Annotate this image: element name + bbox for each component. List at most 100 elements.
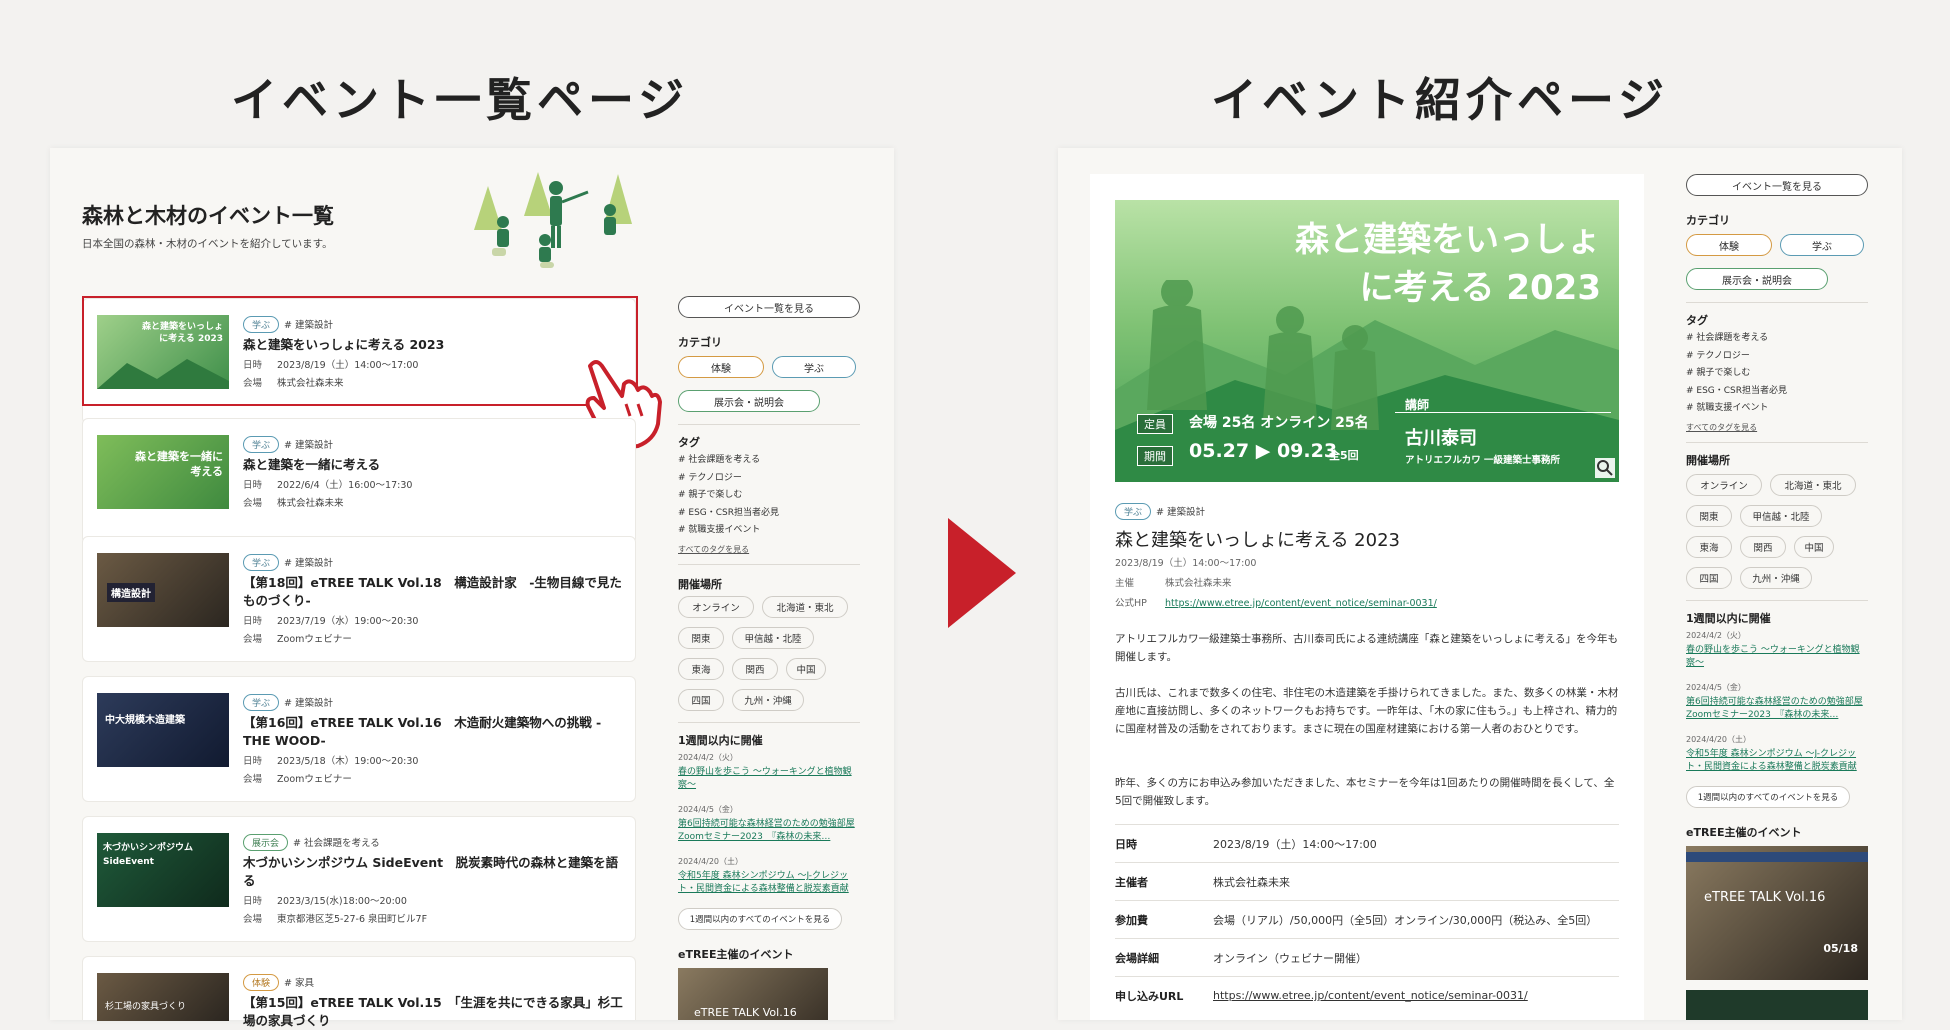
- place-pill[interactable]: 中国: [786, 658, 826, 680]
- hashtag[interactable]: # 家具: [284, 978, 314, 989]
- etree-event-thumbnail[interactable]: eTREE TALK Vol.16 05/18: [1686, 846, 1868, 980]
- week-event-date: 2024/4/5（金）: [678, 805, 738, 814]
- event-title[interactable]: 木づかいシンポジウム SideEvent 脱炭素時代の森林と建築を語る: [243, 854, 623, 890]
- period-note: 全5回: [1329, 449, 1359, 462]
- week-all-button[interactable]: 1週間以内のすべてのイベントを見る: [678, 908, 842, 930]
- week-heading: 1週間以内に開催: [1686, 612, 1771, 625]
- event-title[interactable]: 【第15回】eTREE TALK Vol.15 「生涯を共にできる家具」杉工場の…: [243, 994, 623, 1030]
- category-pill[interactable]: 体験: [678, 356, 764, 378]
- apply-url-link[interactable]: https://www.etree.jp/content/event_notic…: [1213, 989, 1528, 1002]
- week-event-link[interactable]: 令和5年度 森林シンポジウム 〜J-クレジット・民間資金による森林整備と脱炭素貢…: [1686, 748, 1868, 774]
- place-pill[interactable]: 関東: [1686, 505, 1732, 527]
- place-pill[interactable]: 関東: [678, 627, 724, 649]
- category-tag[interactable]: 体験: [243, 974, 280, 991]
- tag-link[interactable]: # テクノロジー: [1686, 348, 1787, 366]
- tag-link[interactable]: # 親子で楽しむ: [1686, 365, 1787, 383]
- event-date: 2023/5/18（木）19:00〜20:30: [277, 756, 419, 767]
- tag-link[interactable]: # 親子で楽しむ: [678, 487, 779, 505]
- week-event-link[interactable]: 春の野山を歩こう 〜ウォーキングと植物観察〜: [678, 766, 860, 792]
- category-tag[interactable]: 展示会: [243, 834, 289, 851]
- tag-link[interactable]: # 就職支援イベント: [1686, 400, 1787, 418]
- all-tags-link[interactable]: すべてのタグを見る: [678, 544, 749, 555]
- lecturer-name: 古川泰司: [1405, 428, 1477, 449]
- category-tag[interactable]: 学ぶ: [243, 694, 280, 711]
- event-venue: Zoomウェビナー: [277, 774, 352, 785]
- event-list-button[interactable]: イベント一覧を見る: [1686, 174, 1868, 196]
- capacity-value: 会場 25名 オンライン 25名: [1189, 415, 1369, 431]
- place-pill[interactable]: 東海: [678, 658, 724, 680]
- week-all-button[interactable]: 1週間以内のすべてのイベントを見る: [1686, 786, 1850, 808]
- place-pill[interactable]: 東海: [1686, 536, 1732, 558]
- event-card[interactable]: 木づかいシンポジウム SideEvent 展示会 # 社会課題を考える 木づかいシ…: [82, 816, 636, 942]
- tag-link[interactable]: # ESG・CSR担当者必見: [678, 505, 779, 523]
- highlight-box: [82, 296, 638, 406]
- category-pill[interactable]: 体験: [1686, 234, 1772, 256]
- divider: [1686, 302, 1868, 303]
- place-heading: 開催場所: [678, 578, 722, 591]
- category-heading: カテゴリ: [678, 336, 722, 349]
- week-event-date: 2024/4/2（火）: [678, 753, 738, 762]
- category-tag[interactable]: 学ぶ: [243, 436, 280, 453]
- place-pill[interactable]: オンライン: [1686, 474, 1762, 496]
- event-card[interactable]: 森と建築を一緒に 考える 学ぶ # 建築設計 森と建築を一緒に考える 日時 2022…: [82, 418, 636, 544]
- event-thumbnail: 森と建築を一緒に 考える: [97, 435, 229, 509]
- place-pill[interactable]: 甲信越・北陸: [1740, 505, 1822, 527]
- people-forest-illustration: [470, 170, 650, 270]
- week-event-link[interactable]: 春の野山を歩こう 〜ウォーキングと植物観察〜: [1686, 644, 1868, 670]
- period-value: 05.27 ▶ 09.23: [1189, 440, 1338, 462]
- week-event-link[interactable]: 第6回持続可能な森林経営のための勉強部屋Zoomセミナー2023 『森林の未来…: [678, 818, 860, 844]
- list-page-subtitle: 日本全国の森林・木材のイベントを紹介しています。: [82, 238, 333, 250]
- event-card[interactable]: 中大規模木造建築 学ぶ # 建築設計 【第16回】eTREE TALK Vol.1…: [82, 676, 636, 802]
- event-list-button[interactable]: イベント一覧を見る: [678, 296, 860, 318]
- category-pill[interactable]: 展示会・説明会: [1686, 268, 1828, 290]
- hashtag[interactable]: # 社会課題を考える: [293, 838, 380, 849]
- event-venue: Zoomウェビナー: [277, 634, 352, 645]
- tag-heading: タグ: [678, 436, 700, 449]
- category-pill[interactable]: 学ぶ: [1780, 234, 1864, 256]
- hashtag[interactable]: # 建築設計: [284, 698, 333, 709]
- hashtag[interactable]: # 建築設計: [284, 558, 333, 569]
- place-pill[interactable]: オンライン: [678, 596, 754, 618]
- detail-title: 森と建築をいっしょに考える 2023: [1115, 530, 1400, 551]
- detail-paragraph: 古川氏は、これまで数多くの住宅、非住宅の木造建築を手掛けられてきました。また、数…: [1115, 687, 1619, 735]
- event-title[interactable]: 【第18回】eTREE TALK Vol.18 構造設計家 -生物目線で見たもの…: [243, 574, 623, 610]
- all-tags-link[interactable]: すべてのタグを見る: [1686, 422, 1757, 433]
- week-event-date: 2024/4/5（金）: [1686, 683, 1746, 692]
- place-pill[interactable]: 北海道・東北: [1770, 474, 1856, 496]
- zoom-icon[interactable]: [1595, 458, 1615, 478]
- tag-link[interactable]: # 社会課題を考える: [678, 452, 779, 470]
- place-pill[interactable]: 甲信越・北陸: [732, 627, 814, 649]
- week-event-link[interactable]: 第6回持続可能な森林経営のための勉強部屋Zoomセミナー2023 『森林の未来…: [1686, 696, 1868, 722]
- place-pill[interactable]: 関西: [732, 658, 778, 680]
- place-pill[interactable]: 中国: [1794, 536, 1834, 558]
- etree-event-thumbnail[interactable]: eTREE TALK Vol.16: [678, 968, 828, 1020]
- hashtag[interactable]: # 建築設計: [1156, 507, 1205, 518]
- place-pill[interactable]: 九州・沖縄: [732, 689, 804, 711]
- hashtag[interactable]: # 建築設計: [284, 440, 333, 451]
- category-pill[interactable]: 学ぶ: [772, 356, 856, 378]
- divider: [678, 424, 860, 425]
- event-card[interactable]: 杉工場の家具づくり 体験 # 家具 【第15回】eTREE TALK Vol.15…: [82, 956, 636, 1028]
- category-pill[interactable]: 展示会・説明会: [678, 390, 820, 412]
- place-pill[interactable]: 関西: [1740, 536, 1786, 558]
- tag-link[interactable]: # 社会課題を考える: [1686, 330, 1787, 348]
- category-tag[interactable]: 学ぶ: [1115, 503, 1152, 520]
- category-tag[interactable]: 学ぶ: [243, 554, 280, 571]
- info-row: 申し込みURL https://www.etree.jp/content/even…: [1115, 976, 1619, 1014]
- tag-link[interactable]: # テクノロジー: [678, 470, 779, 488]
- week-event-link[interactable]: 令和5年度 森林シンポジウム 〜J-クレジット・民間資金による森林整備と脱炭素貢…: [678, 870, 860, 896]
- tag-link[interactable]: # 就職支援イベント: [678, 522, 779, 540]
- event-title[interactable]: 【第16回】eTREE TALK Vol.16 木造耐火建築物への挑戦 -THE…: [243, 714, 623, 750]
- official-site-link[interactable]: https://www.etree.jp/content/event_notic…: [1165, 598, 1437, 609]
- right-heading: イベント紹介ページ: [1210, 73, 1670, 127]
- etree-event-thumbnail[interactable]: [1686, 990, 1868, 1020]
- detail-host: 株式会社森未来: [1165, 578, 1232, 589]
- tag-link[interactable]: # ESG・CSR担当者必見: [1686, 383, 1787, 401]
- place-pill[interactable]: 北海道・東北: [762, 596, 848, 618]
- place-pill[interactable]: 四国: [678, 689, 724, 711]
- place-pill[interactable]: 九州・沖縄: [1740, 567, 1812, 589]
- place-pill[interactable]: 四国: [1686, 567, 1732, 589]
- event-card[interactable]: 構造設計 学ぶ # 建築設計 【第18回】eTREE TALK Vol.18 構造…: [82, 536, 636, 662]
- event-title[interactable]: 森と建築を一緒に考える: [243, 456, 623, 474]
- divider: [678, 564, 860, 565]
